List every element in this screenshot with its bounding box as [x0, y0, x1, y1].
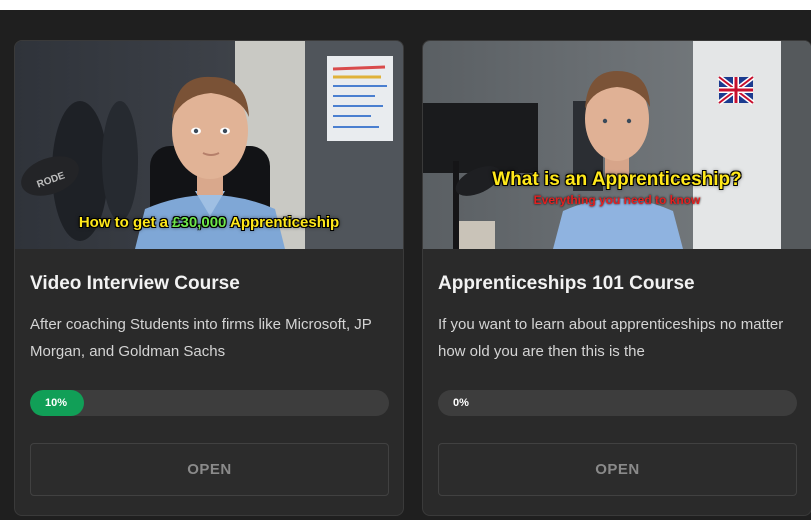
course-card-apprenticeships-101[interactable]: What is an Apprenticeship? Everything yo…	[422, 40, 811, 516]
caption-text: Apprenticeship	[226, 214, 340, 231]
thumbnail-subcaption: Everything you need to know	[533, 193, 701, 207]
open-course-button[interactable]: OPEN	[438, 443, 797, 496]
course-grid: RODE How to get a £30,000 Apprenticeship…	[0, 10, 811, 520]
course-thumbnail[interactable]: What is an Apprenticeship? Everything yo…	[423, 41, 811, 249]
course-progress-bar: 10%	[30, 390, 389, 416]
caption-text: How to get a	[78, 214, 173, 231]
course-card-video-interview[interactable]: RODE How to get a £30,000 Apprenticeship…	[14, 40, 404, 516]
course-description: If you want to learn about apprenticeshi…	[438, 316, 784, 360]
open-course-button[interactable]: OPEN	[30, 443, 389, 496]
course-progress-bar: 0%	[438, 390, 797, 416]
progress-label: 0%	[453, 397, 469, 409]
thumbnail-caption: How to get a £30,000 Apprenticeship	[15, 214, 403, 231]
progress-label: 10%	[45, 397, 68, 409]
caption-highlight: £30,000	[172, 214, 227, 231]
course-title[interactable]: Apprenticeships 101 Course	[438, 273, 695, 295]
course-description: After coaching Students into firms like …	[30, 316, 372, 360]
thumbnail-image	[423, 41, 811, 249]
thumbnail-caption: What is an Apprenticeship?	[492, 169, 742, 190]
course-title[interactable]: Video Interview Course	[30, 273, 240, 295]
course-thumbnail[interactable]: RODE How to get a £30,000 Apprenticeship	[15, 41, 403, 249]
